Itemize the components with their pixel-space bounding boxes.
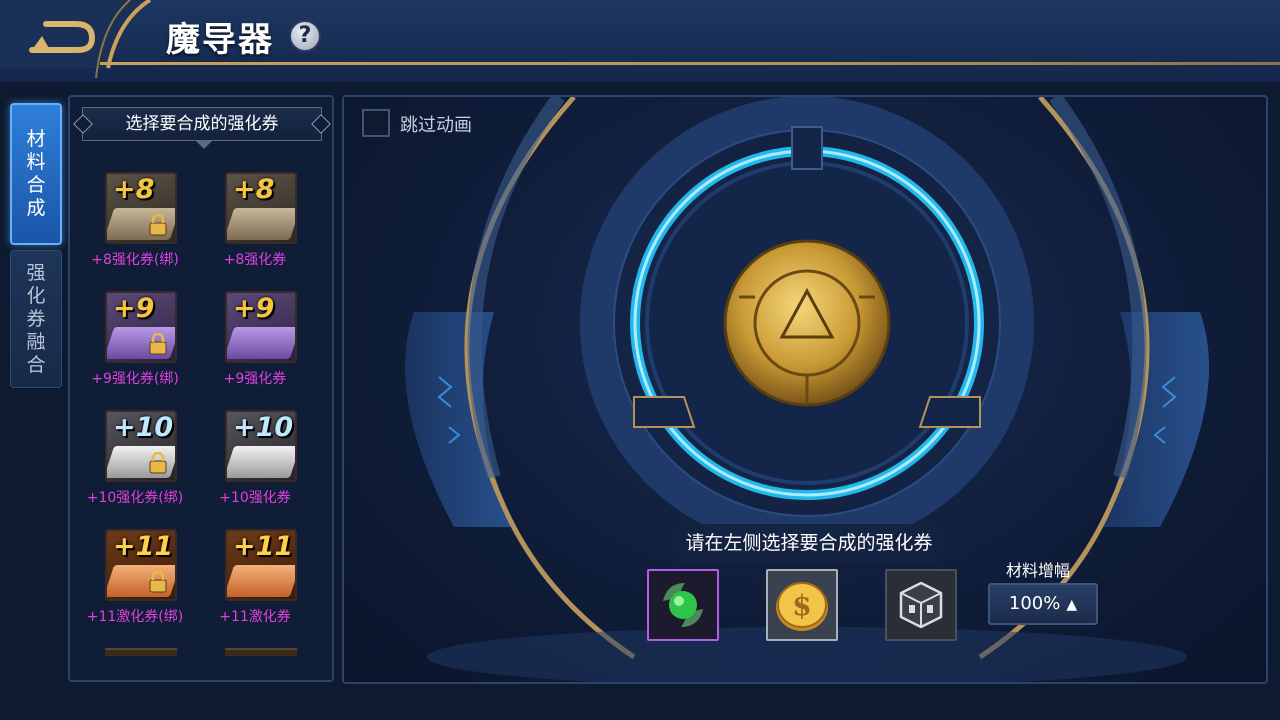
tab-char: 合 [26, 174, 46, 196]
coupon-icon: +11 [225, 529, 297, 601]
coupon-icon: +10 [225, 410, 297, 482]
coupon-badge: +9 [233, 293, 275, 324]
green-orb-icon [663, 583, 703, 627]
coupon-item-plus9-bound[interactable]: +9 +9强化券(绑) [70, 291, 200, 401]
lock-icon [149, 333, 167, 355]
coupon-item-plus9[interactable]: +9 +9强化券 [190, 291, 320, 401]
coupon-item-plus10[interactable]: +10 +10强化券 [190, 410, 320, 520]
material-boost-label: 材料增幅 [1006, 561, 1071, 580]
coupon-icon: +9 [105, 291, 177, 363]
material-slot-green-orb[interactable] [647, 569, 719, 641]
tab-char: 材 [26, 128, 46, 150]
header-divider [100, 62, 1280, 65]
lock-icon [149, 571, 167, 593]
material-slot-dark-cube[interactable] [885, 569, 957, 641]
coupon-item-plus11-bound[interactable]: +11 +11激化券(绑) [70, 529, 200, 639]
coupon-icon: +11 [105, 529, 177, 601]
skip-animation-checkbox[interactable] [362, 109, 390, 137]
coupon-item-peek [105, 648, 177, 656]
coupon-label: +10强化券 [219, 490, 291, 506]
synthesis-stage: 跳过动画 请在左侧选择要合成的强化券 $ 材料增幅 100% ▲ [342, 95, 1268, 684]
coupon-label: +8强化券(绑) [91, 252, 179, 268]
tab-char: 券 [26, 307, 46, 330]
coupon-item-plus10-bound[interactable]: +10 +10强化券(绑) [70, 410, 200, 520]
help-icon[interactable]: ? [289, 20, 321, 52]
arrow-up-icon: ▲ [1066, 597, 1078, 613]
coupon-badge: +11 [113, 531, 174, 562]
tab-char: 料 [26, 151, 46, 173]
material-boost-button[interactable]: 100% ▲ [988, 583, 1098, 625]
coupon-label: +9强化券 [223, 371, 287, 387]
caret-down-icon [196, 141, 212, 149]
coupon-icon: +8 [105, 172, 177, 244]
tab-material-synthesis[interactable]: 材 料 合 成 [10, 103, 62, 245]
top-bar: 魔导器 ? [0, 0, 1280, 82]
tab-coupon-fusion[interactable]: 强 化 券 融 合 [10, 250, 62, 388]
lock-icon [149, 214, 167, 236]
coupon-item-plus11[interactable]: +11 +11激化券 [190, 529, 320, 639]
coupon-badge: +8 [233, 174, 275, 205]
skip-animation-label: 跳过动画 [400, 115, 472, 136]
tab-char: 强 [26, 261, 46, 284]
coupon-badge: +10 [113, 412, 174, 443]
tab-char: 成 [26, 197, 46, 219]
dark-cube-icon [899, 581, 943, 629]
svg-text:$: $ [792, 589, 811, 622]
coupon-item-plus8[interactable]: +8 +8强化券 [190, 172, 320, 282]
boost-value: 100% [1008, 593, 1061, 614]
select-coupon-hint: 请在左侧选择要合成的强化券 [644, 524, 974, 562]
coupon-label: +11激化券(绑) [86, 609, 184, 625]
page-title: 魔导器 [166, 20, 274, 60]
coupon-label: +8强化券 [223, 252, 287, 268]
coupon-badge: +9 [113, 293, 155, 324]
coupon-icon: +10 [105, 410, 177, 482]
back-arrow-icon [0, 0, 152, 79]
tab-char: 融 [26, 330, 46, 353]
coupon-item-plus8-bound[interactable]: +8 +8强化券(绑) [70, 172, 200, 282]
coupon-label: +10强化券(绑) [86, 490, 184, 506]
back-button[interactable] [0, 0, 152, 82]
panel-header: 选择要合成的强化券 [82, 107, 322, 141]
coupon-icon: +8 [225, 172, 297, 244]
coupon-label: +9强化券(绑) [91, 371, 179, 387]
tab-char: 化 [26, 284, 46, 307]
coupon-list-panel: 选择要合成的强化券 +8 +8强化券(绑) +8 +8强化券 +9 +9强化券(… [68, 95, 334, 682]
material-slot-gold-coin[interactable]: $ [766, 569, 838, 641]
coupon-item-peek [225, 648, 297, 656]
gold-coin-icon: $ [776, 582, 828, 631]
coupon-icon: +9 [225, 291, 297, 363]
coupon-badge: +8 [113, 174, 155, 205]
coupon-badge: +10 [233, 412, 294, 443]
coupon-badge: +11 [233, 531, 294, 562]
lock-icon [149, 452, 167, 474]
tab-char: 合 [26, 353, 46, 376]
coupon-label: +11激化券 [219, 609, 291, 625]
